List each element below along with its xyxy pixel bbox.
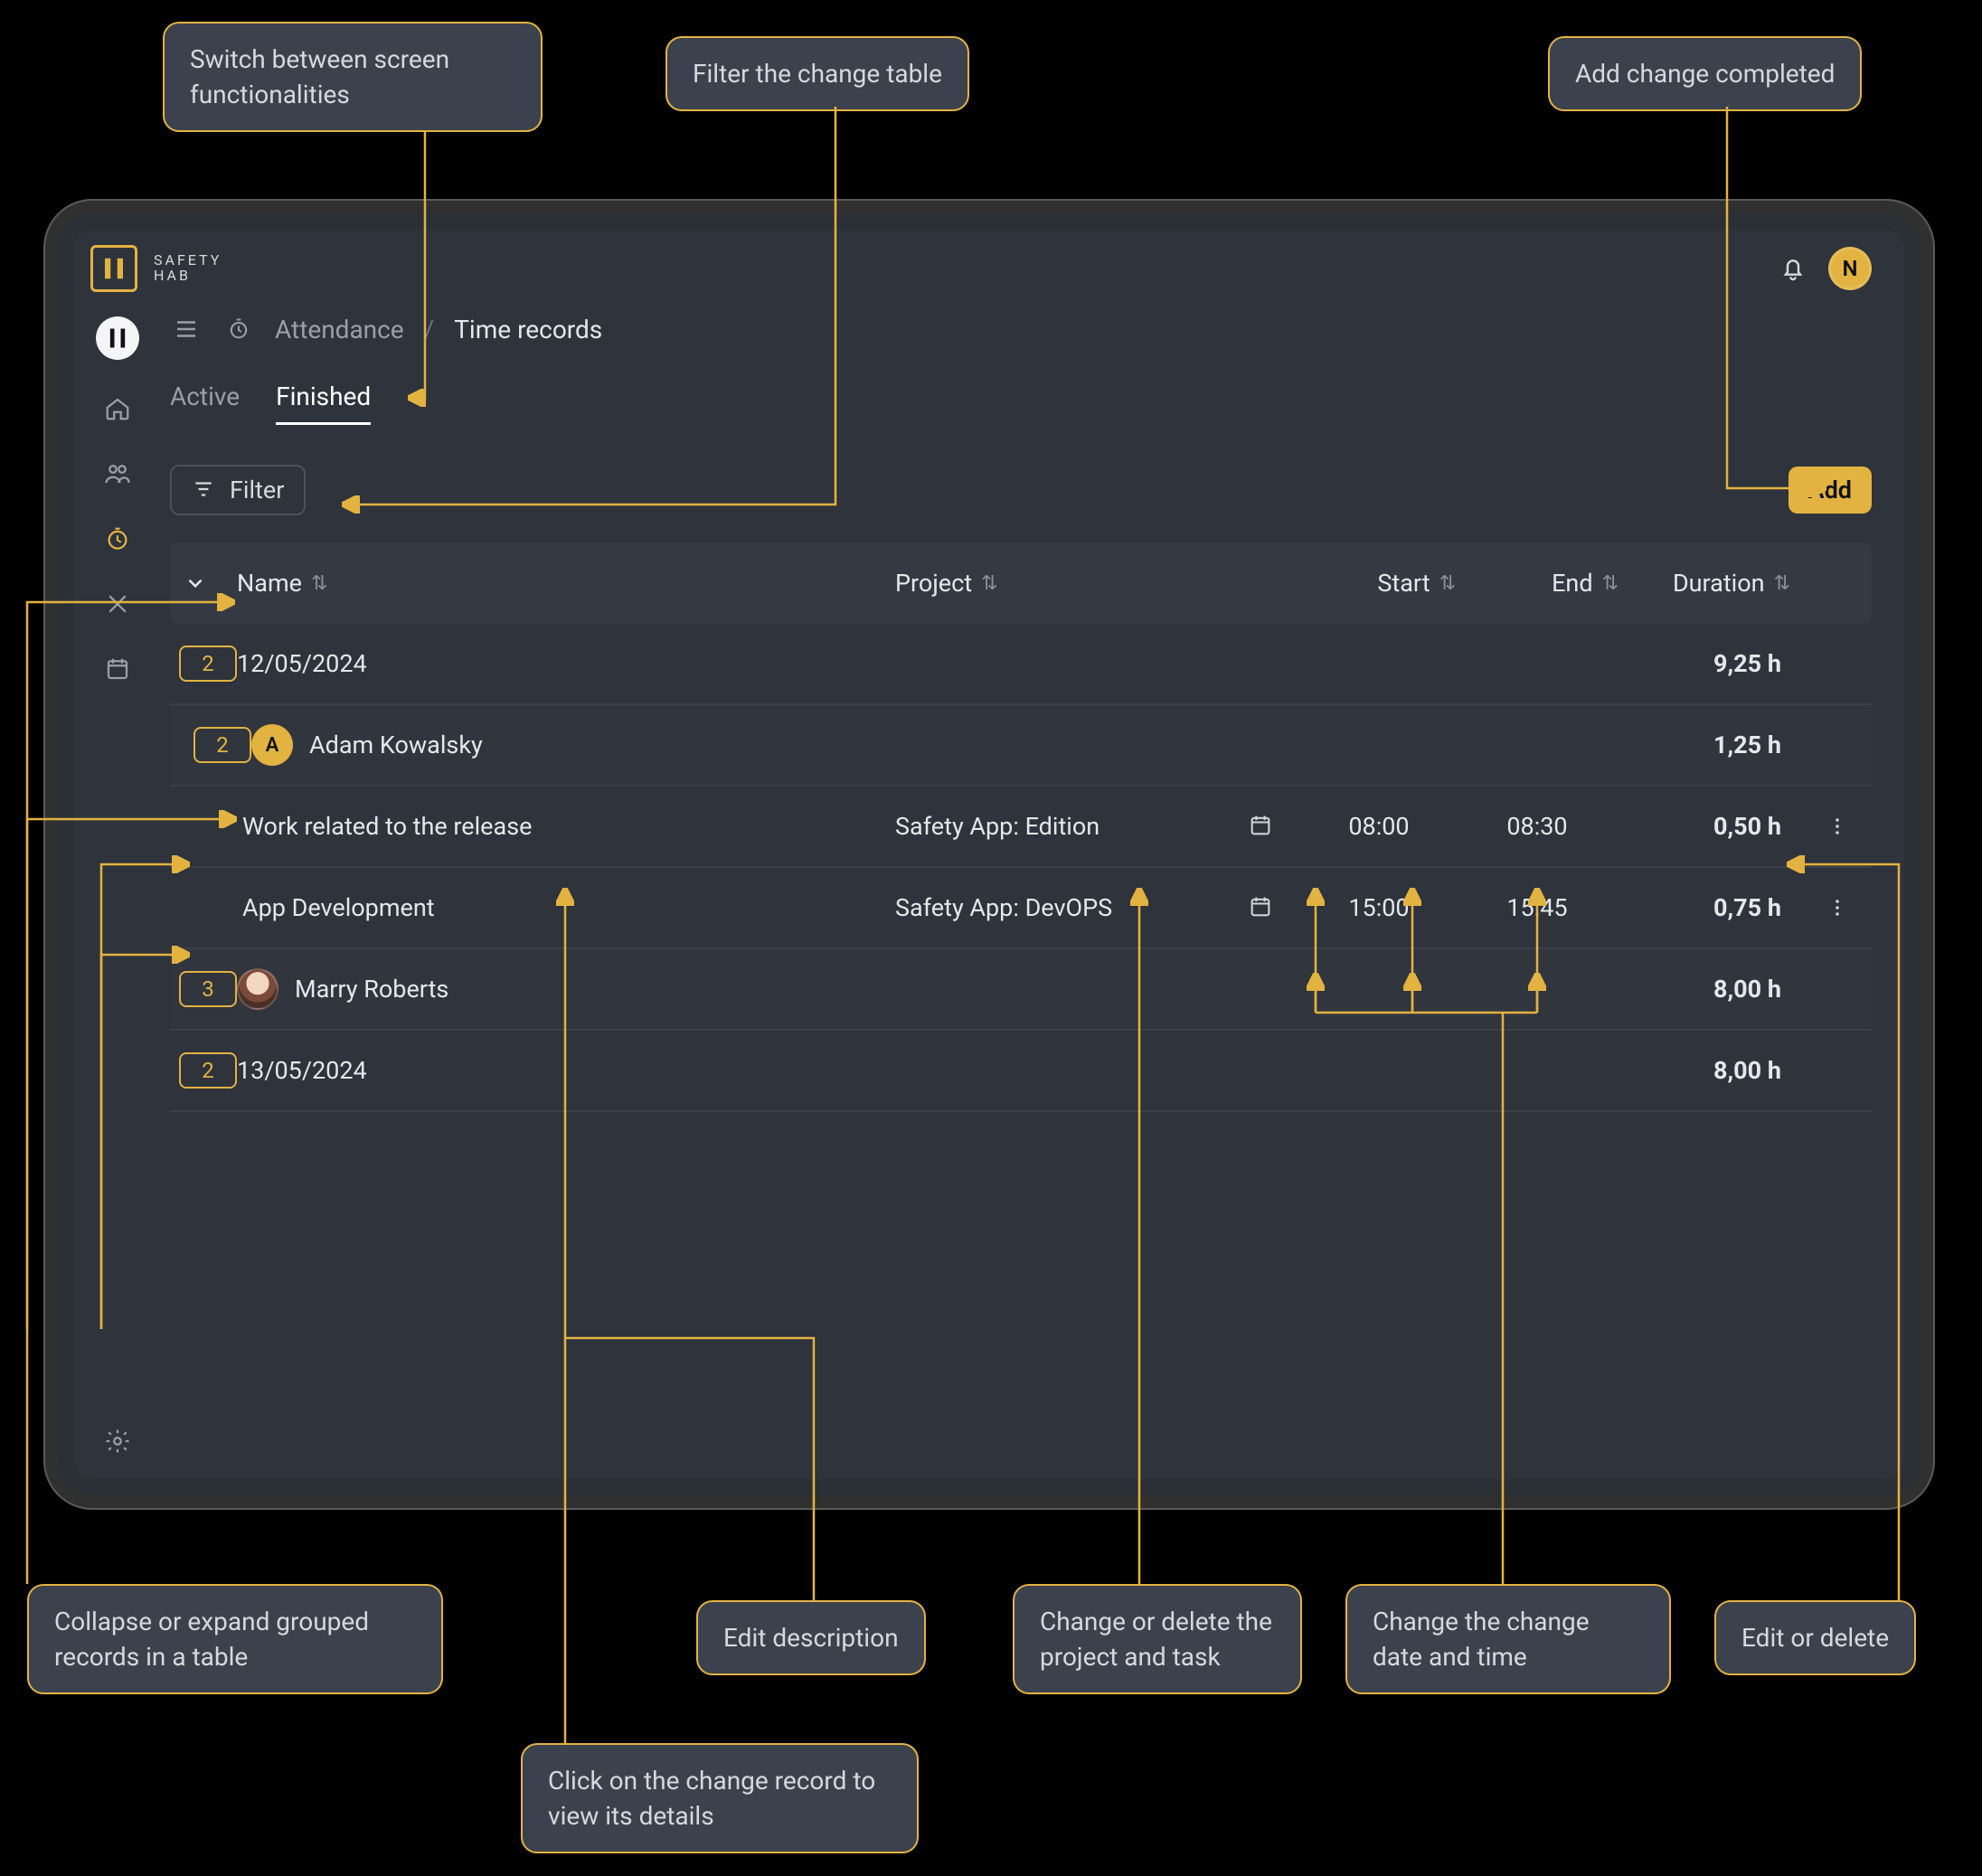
row-actions-button[interactable] bbox=[1821, 810, 1854, 843]
nav-tools-icon[interactable] bbox=[101, 588, 134, 620]
nav-settings-icon[interactable] bbox=[101, 1425, 134, 1457]
sort-icon: ⇅ bbox=[1602, 572, 1619, 595]
time-record-row[interactable]: Work related to the release Safety App: … bbox=[170, 787, 1872, 868]
notifications-bell-icon[interactable] bbox=[1774, 250, 1812, 288]
annotation-click-record: Click on the change record to view its d… bbox=[521, 1743, 919, 1853]
group-count-badge[interactable]: 3 bbox=[179, 971, 237, 1007]
row-actions-button[interactable] bbox=[1821, 891, 1854, 924]
tab-active[interactable]: Active bbox=[170, 382, 240, 425]
user-name: Marry Roberts bbox=[295, 975, 448, 1004]
app-screen: SAFETY HAB N bbox=[74, 230, 1904, 1479]
group-duration: 9,25 h bbox=[1619, 649, 1790, 678]
tablet-frame: SAFETY HAB N bbox=[58, 213, 1921, 1495]
record-start[interactable]: 15:00 bbox=[1302, 893, 1456, 922]
tab-finished[interactable]: Finished bbox=[276, 382, 371, 425]
user-group-row[interactable]: 3 Marry Roberts 8,00 h bbox=[170, 949, 1872, 1031]
group-date: 12/05/2024 bbox=[237, 649, 367, 678]
filter-icon bbox=[192, 477, 217, 503]
breadcrumb-section[interactable]: Attendance bbox=[275, 315, 404, 344]
group-count-badge[interactable]: 2 bbox=[179, 646, 237, 682]
column-start[interactable]: Start⇅ bbox=[1275, 569, 1456, 598]
user-avatar-badge[interactable]: N bbox=[1828, 247, 1872, 290]
record-project[interactable]: Safety App: Edition bbox=[895, 812, 1248, 841]
annotation-filter: Filter the change table bbox=[665, 36, 969, 111]
annotation-add-change: Add change completed bbox=[1548, 36, 1862, 111]
date-group-row[interactable]: 2 12/05/2024 9,25 h bbox=[170, 624, 1872, 705]
sort-icon: ⇅ bbox=[1774, 572, 1790, 595]
user-avatar-icon: A bbox=[251, 724, 293, 766]
user-duration: 8,00 h bbox=[1619, 975, 1790, 1004]
record-project[interactable]: Safety App: DevOPS bbox=[895, 893, 1248, 922]
group-duration: 8,00 h bbox=[1619, 1056, 1790, 1085]
breadcrumb-timer-icon bbox=[222, 313, 255, 345]
column-duration[interactable]: Duration⇅ bbox=[1619, 569, 1790, 598]
expand-all-toggle[interactable] bbox=[179, 567, 212, 599]
annotation-collapse: Collapse or expand grouped records in a … bbox=[27, 1584, 443, 1694]
brand-name-line2: HAB bbox=[154, 269, 222, 284]
sort-icon: ⇅ bbox=[981, 572, 997, 595]
sidebar bbox=[74, 307, 161, 1479]
nav-people-icon[interactable] bbox=[101, 457, 134, 490]
filter-button[interactable]: Filter bbox=[170, 465, 306, 515]
add-button[interactable]: Add bbox=[1789, 467, 1872, 514]
calendar-icon[interactable] bbox=[1248, 813, 1275, 840]
add-button-label: Add bbox=[1808, 476, 1852, 504]
record-description[interactable]: App Development bbox=[242, 893, 435, 922]
group-count-badge[interactable]: 2 bbox=[179, 1052, 237, 1089]
annotation-edit-delete: Edit or delete bbox=[1714, 1600, 1916, 1675]
annotation-edit-desc: Edit description bbox=[696, 1600, 926, 1675]
brand-text: SAFETY HAB bbox=[154, 253, 222, 284]
nav-home-icon[interactable] bbox=[101, 392, 134, 425]
top-bar: SAFETY HAB N bbox=[74, 230, 1904, 307]
group-date: 13/05/2024 bbox=[237, 1056, 367, 1085]
calendar-icon[interactable] bbox=[1248, 894, 1275, 921]
brand-logo-icon bbox=[90, 245, 137, 292]
date-group-row[interactable]: 2 13/05/2024 8,00 h bbox=[170, 1031, 1872, 1112]
record-start[interactable]: 08:00 bbox=[1302, 812, 1456, 841]
record-description[interactable]: Work related to the release bbox=[242, 812, 532, 841]
annotation-change-project: Change or delete the project and task bbox=[1013, 1584, 1302, 1694]
column-project[interactable]: Project⇅ bbox=[895, 569, 1275, 598]
record-duration: 0,50 h bbox=[1619, 812, 1790, 841]
annotation-change-datetime: Change the change date and time bbox=[1345, 1584, 1671, 1694]
user-name: Adam Kowalsky bbox=[309, 731, 483, 759]
tabs: Active Finished bbox=[170, 382, 1872, 425]
filter-button-label: Filter bbox=[230, 476, 284, 504]
column-name[interactable]: Name⇅ bbox=[237, 569, 895, 598]
nav-timer-icon[interactable] bbox=[101, 523, 134, 555]
sort-icon: ⇅ bbox=[1439, 572, 1456, 595]
record-duration: 0,75 h bbox=[1619, 893, 1790, 922]
user-duration: 1,25 h bbox=[1619, 731, 1790, 759]
nav-calendar-icon[interactable] bbox=[101, 653, 134, 685]
table-header: Name⇅ Project⇅ Start⇅ End⇅ Duration⇅ bbox=[170, 542, 1872, 624]
record-end[interactable]: 08:30 bbox=[1456, 812, 1619, 841]
breadcrumb: Attendance / Time records bbox=[170, 313, 1872, 345]
time-record-row[interactable]: App Development Safety App: DevOPS 15:00… bbox=[170, 868, 1872, 949]
hamburger-menu-icon[interactable] bbox=[170, 313, 203, 345]
org-logo-icon[interactable] bbox=[96, 316, 139, 360]
column-end[interactable]: End⇅ bbox=[1456, 569, 1619, 598]
group-count-badge[interactable]: 2 bbox=[193, 727, 251, 763]
breadcrumb-separator: / bbox=[424, 315, 435, 344]
record-end[interactable]: 15:45 bbox=[1456, 893, 1619, 922]
toolbar: Filter Add bbox=[170, 465, 1872, 515]
main-content: Attendance / Time records Active Finishe… bbox=[161, 307, 1904, 1479]
breadcrumb-page: Time records bbox=[454, 315, 602, 344]
sort-icon: ⇅ bbox=[311, 572, 327, 595]
time-records-table: Name⇅ Project⇅ Start⇅ End⇅ Duration⇅ 2 1… bbox=[170, 542, 1872, 1112]
annotation-switch-tabs: Switch between screen functionalities bbox=[163, 22, 543, 132]
user-group-row[interactable]: 2 A Adam Kowalsky 1,25 h bbox=[170, 705, 1872, 787]
user-avatar-icon bbox=[237, 968, 278, 1010]
